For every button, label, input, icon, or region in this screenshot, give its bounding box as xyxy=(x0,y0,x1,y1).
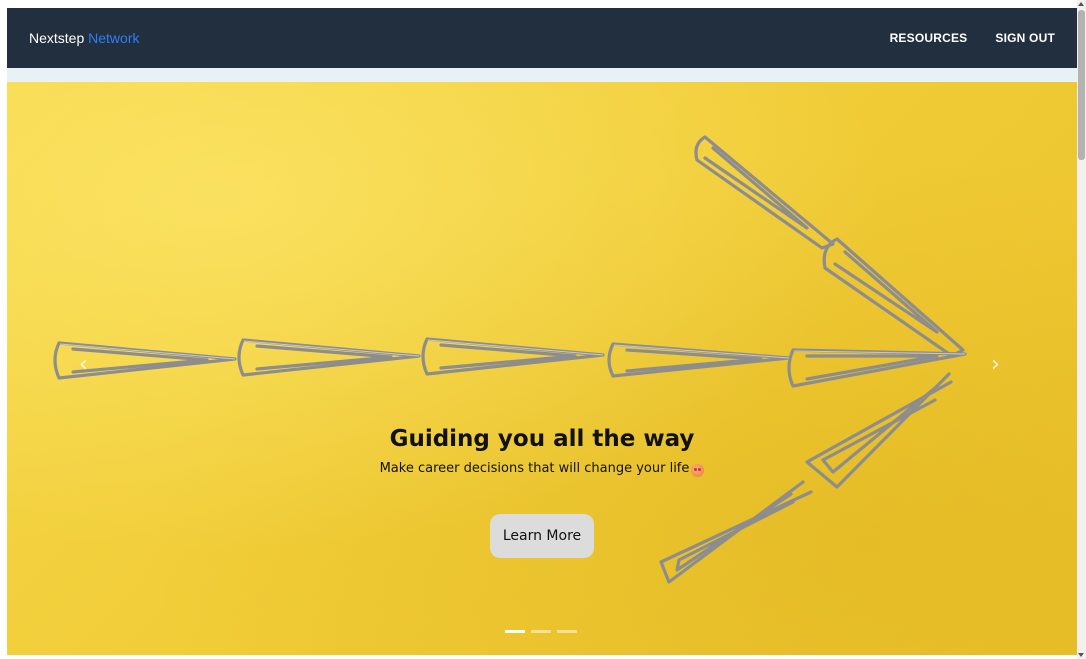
nav-divider-strip xyxy=(7,68,1077,82)
carousel-indicators xyxy=(505,630,577,633)
carousel-indicator-3[interactable] xyxy=(557,630,577,633)
page: Nextstep Network RESOURCES SIGN OUT ‹ › … xyxy=(0,0,1086,659)
navbar: Nextstep Network RESOURCES SIGN OUT xyxy=(7,8,1077,68)
hero-subtitle-row: Make career decisions that will change y… xyxy=(380,460,705,478)
learn-more-button[interactable]: Learn More xyxy=(490,514,594,558)
nav-link-resources[interactable]: RESOURCES xyxy=(890,31,968,45)
carousel-next-icon[interactable]: › xyxy=(991,354,1000,376)
scroll-down-icon[interactable] xyxy=(1078,653,1084,657)
carousel-indicator-1[interactable] xyxy=(505,630,525,633)
scroll-thumb[interactable] xyxy=(1078,10,1085,160)
hero-subtitle: Make career decisions that will change y… xyxy=(379,461,690,476)
scroll-up-icon[interactable] xyxy=(1078,2,1084,6)
hero-carousel: ‹ › Guiding you all the way Make career … xyxy=(7,82,1077,655)
carousel-prev-icon[interactable]: ‹ xyxy=(79,354,88,376)
nav-links: RESOURCES SIGN OUT xyxy=(890,31,1055,45)
hero-title: Guiding you all the way xyxy=(389,426,695,452)
smiling-face-emoji-icon xyxy=(691,463,705,477)
brand-name-second: Network xyxy=(88,30,140,46)
vertical-scrollbar[interactable] xyxy=(1077,0,1086,659)
brand-name-first: Nextstep xyxy=(29,30,85,46)
paperclip-arrow-image xyxy=(53,135,967,584)
nav-link-sign-out[interactable]: SIGN OUT xyxy=(995,31,1055,45)
carousel-indicator-2[interactable] xyxy=(531,630,551,633)
hero-caption: Guiding you all the way Make career deci… xyxy=(7,424,1077,478)
brand-logo[interactable]: Nextstep Network xyxy=(29,30,140,46)
